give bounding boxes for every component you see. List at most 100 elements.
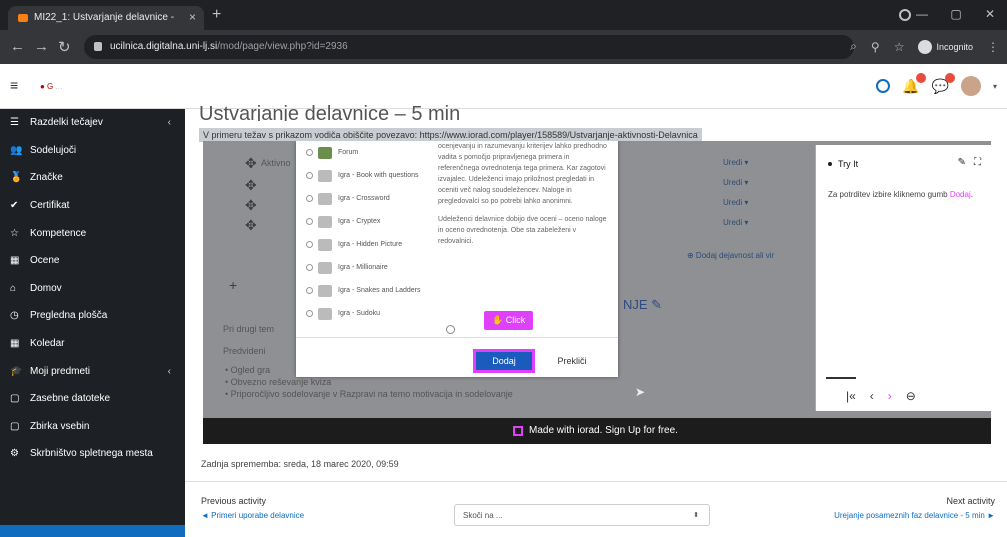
intro-text[interactable]: V primeru težav s prikazom vodiča obišči… [199, 128, 702, 142]
hamburger-icon[interactable]: ≡ [10, 77, 18, 93]
tab-close-icon[interactable]: × [189, 10, 196, 24]
iorad-tutorial-frame[interactable]: ✥ Aktivno ✥ ✥ ✥ Uredi ▾ Uredi ▾ Uredi ▾ … [203, 141, 991, 444]
drawer-item[interactable]: 👥 Sodelujoči [0, 137, 185, 165]
jump-to-select[interactable]: Skoči na ... ⬍ [454, 504, 710, 526]
info-icon [446, 325, 455, 334]
activity-option[interactable]: Igra - Hidden Picture [296, 233, 434, 256]
prev-step-icon[interactable]: ‹ [870, 389, 874, 403]
activity-option[interactable]: Igra - Crossword [296, 187, 434, 210]
radio-button[interactable] [306, 218, 313, 225]
logo-rest: ... [55, 82, 63, 91]
radio-button[interactable] [306, 310, 313, 317]
minimize-icon[interactable]: — [905, 0, 939, 30]
drawer-item-label: Moji predmeti [30, 365, 91, 377]
drawer-item-icon: ⌂ [10, 282, 17, 294]
drawer-item[interactable]: ▢ Zasebne datoteke [0, 385, 185, 413]
drawer-item[interactable]: 🏅 Značke [0, 164, 185, 192]
drawer-item-icon: ☰ [10, 117, 19, 129]
made-with-iorad[interactable]: Made with iorad. Sign Up for free. [513, 425, 678, 436]
close-window-icon[interactable]: ✕ [973, 0, 1007, 30]
drawer-item[interactable]: 🎓 Moji predmeti ‹ [0, 357, 185, 385]
activity-option-label: Igra - Millionaire [338, 263, 388, 271]
activity-option[interactable]: Igra - Book with questions [296, 164, 434, 187]
drawer-item-label: Pregledna plošča [30, 310, 108, 322]
radio-button[interactable] [306, 287, 313, 294]
menu-icon[interactable]: ⋮ [987, 40, 999, 54]
try-it-title: Try It [838, 159, 859, 169]
select-arrows-icon: ⬍ [693, 512, 699, 519]
activity-option-label: Igra - Sudoku [338, 309, 381, 317]
drawer-item-label: Koledar [30, 338, 65, 350]
activity-option[interactable]: Igra - Sudoku [296, 302, 434, 325]
drawer-item[interactable]: ⌂ Domov [0, 275, 185, 303]
chevron-left-icon[interactable]: ‹ [168, 117, 171, 128]
tools-icon[interactable]: ✎ [958, 157, 966, 168]
cancel-button[interactable]: Prekliči [550, 352, 594, 370]
desc-paragraph: ocenjevanju in razumevanju kriterijev la… [438, 143, 607, 205]
new-tab-button[interactable]: + [212, 6, 221, 24]
radio-button[interactable] [306, 172, 313, 179]
fullscreen-icon[interactable]: ⛶ [974, 157, 981, 168]
next-activity-link[interactable]: Urejanje posameznih faz delavnice - 5 mi… [834, 511, 995, 520]
language-globe-icon[interactable] [876, 79, 891, 93]
main-content: Ustvarjanje delavnice – 5 min V primeru … [185, 103, 1007, 537]
notification-badge [915, 72, 926, 83]
extension-icon[interactable]: ⚲ [871, 40, 880, 54]
star-icon[interactable]: ☆ [894, 40, 905, 54]
browser-tab[interactable]: MI22_1: Ustvarjanje delavnice - × [8, 6, 204, 30]
site-logo[interactable]: ● G ... [40, 82, 62, 91]
activity-option[interactable]: Igra - Cryptex [296, 210, 434, 233]
activity-option[interactable]: Forum [296, 141, 434, 164]
user-menu-chevron-icon[interactable]: ▾ [993, 82, 997, 91]
drawer-item[interactable]: ✔ Certifikat [0, 192, 185, 220]
activity-type-icon [318, 261, 332, 274]
back-icon[interactable]: ← [10, 38, 25, 55]
jump-to-value: Skoči na ... [463, 511, 503, 520]
drawer-item[interactable]: ⚙ Skrbništvo spletnega mesta [0, 440, 185, 468]
incognito-indicator[interactable]: Incognito [918, 39, 973, 54]
drawer-item[interactable]: ▢ Zbirka vsebin [0, 413, 185, 441]
desc-paragraph: Udeleženci delavnice dobijo dve oceni – … [438, 216, 607, 245]
drawer-item-label: Zasebne datoteke [30, 393, 111, 405]
activity-option[interactable]: Igra - Millionaire [296, 256, 434, 279]
activity-type-icon [318, 215, 332, 228]
drawer-item[interactable]: ▦ Ocene [0, 247, 185, 275]
restore-icon[interactable]: ▢ [939, 0, 973, 30]
search-icon[interactable]: ⌕ [850, 39, 857, 54]
forward-icon[interactable]: → [34, 38, 49, 55]
moodle-navbar: ≡ ● G ... 🔔 💬 ▾ [0, 64, 1007, 109]
radio-button[interactable] [306, 149, 313, 156]
zoom-out-icon[interactable]: ⊖ [906, 389, 916, 403]
messages-icon[interactable]: 💬 [932, 72, 955, 95]
next-step-icon[interactable]: › [888, 389, 892, 403]
address-bar[interactable]: ucilnica.digitalna.uni-lj.si/mod/page/vi… [84, 35, 854, 59]
try-it-header: Try It [828, 159, 858, 169]
bg-move-icon: ✥ [245, 177, 257, 193]
notifications-bell-icon[interactable]: 🔔 [902, 72, 926, 95]
radio-button[interactable] [306, 241, 313, 248]
radio-button[interactable] [306, 264, 313, 271]
bg-move-icon: ✥ [245, 197, 257, 213]
radio-button[interactable] [306, 195, 313, 202]
mouse-cursor-icon: ➤ [635, 385, 646, 399]
first-step-icon[interactable]: |« [846, 389, 856, 403]
add-button[interactable]: Dodaj [473, 349, 535, 373]
drawer-item[interactable]: ☰ Razdelki tečajev ‹ [0, 109, 185, 137]
activity-option-label: Forum [338, 148, 359, 156]
bg-move-icon: ✥ [245, 217, 257, 233]
drawer-item[interactable]: ☆ Kompetence [0, 219, 185, 247]
made-with-label: Made with iorad. Sign Up for free. [529, 425, 678, 436]
modal-divider [296, 337, 618, 338]
activity-option[interactable]: Igra - Snakes and Ladders [296, 279, 434, 302]
drawer-item[interactable]: ◷ Pregledna plošča [0, 302, 185, 330]
drawer-item-label: Razdelki tečajev [30, 117, 103, 129]
reload-icon[interactable]: ↻ [58, 38, 71, 56]
prev-activity-link[interactable]: ◄ Primeri uporabe delavnice [201, 511, 304, 520]
drawer-item[interactable]: ▦ Koledar [0, 330, 185, 358]
drawer-item-label: Ocene [30, 255, 60, 267]
activity-option-label: Igra - Cryptex [338, 217, 381, 225]
drawer-item-label: Certifikat [30, 200, 70, 212]
chevron-left-icon[interactable]: ‹ [168, 366, 171, 377]
user-avatar[interactable] [960, 76, 981, 96]
activity-option-label: Igra - Crossword [338, 194, 390, 202]
